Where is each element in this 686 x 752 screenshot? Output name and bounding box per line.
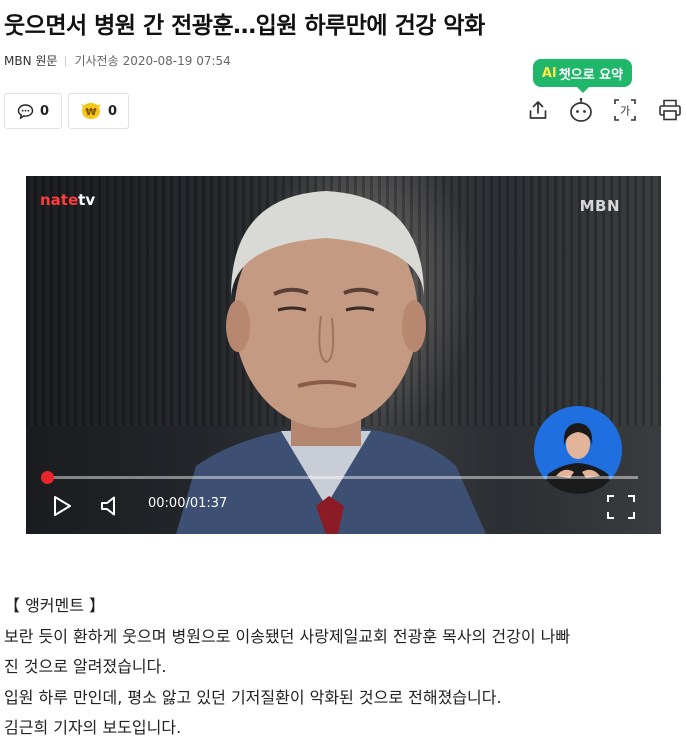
comment-button[interactable]: 0 (4, 93, 62, 129)
ai-summary-badge[interactable]: AI 챗으로 요약 (533, 59, 632, 93)
coin-count: 0 (107, 103, 118, 119)
volume-button[interactable] (96, 492, 124, 520)
nate-logo-text: nate (40, 191, 79, 209)
ai-chat-button[interactable] (567, 96, 595, 124)
body-line: 입원 하루 만인데, 평소 앓고 있던 기저질환이 악화된 것으로 전해졌습니다… (4, 687, 502, 707)
sign-language-interpreter (534, 406, 622, 494)
article-meta: MBN 원문 기사전송 2020-08-19 07:54 (4, 52, 231, 69)
play-icon (54, 496, 71, 516)
timestamp: 2020-08-19 07:54 (122, 53, 231, 68)
source-link[interactable]: MBN 원문 (4, 52, 57, 69)
print-icon (659, 99, 681, 121)
mbn-watermark: MBN (579, 197, 620, 215)
ai-label: AI (541, 65, 557, 81)
play-button[interactable] (48, 492, 76, 520)
article-title: 웃으면서 병원 간 전광훈…입원 하루만에 건강 악화 (4, 13, 485, 39)
meta-divider (65, 55, 67, 66)
timestamp-label: 기사전송 (74, 54, 119, 68)
comment-icon (17, 103, 34, 120)
share-icon (529, 101, 547, 119)
fullscreen-button[interactable] (606, 492, 636, 522)
progress-handle[interactable] (41, 471, 54, 484)
comment-count: 0 (39, 103, 50, 119)
ai-summary-label: 챗으로 요약 (558, 67, 624, 83)
print-button[interactable] (656, 96, 684, 124)
font-size-glyph: 가 (620, 105, 630, 118)
font-size-icon: 가 (614, 99, 636, 121)
font-size-button[interactable]: 가 (611, 96, 639, 124)
progress-bar[interactable] (41, 471, 638, 484)
robot-icon (570, 97, 592, 122)
volume-icon (101, 496, 115, 516)
share-button[interactable] (524, 96, 552, 124)
fullscreen-icon (607, 495, 635, 519)
coin-button[interactable]: ₩ 0 (68, 93, 129, 129)
nate-tv-logo: natetv (40, 191, 95, 209)
video-time: 00:00/01:37 (148, 496, 228, 511)
anchor-label: 【 앵커멘트 】 (4, 596, 106, 615)
body-line: 진 것으로 알려졌습니다. (4, 657, 167, 676)
article-body: 【 앵커멘트 】 보란 듯이 환하게 웃으며 병원으로 이송됐던 사랑제일교회 … (4, 591, 684, 744)
body-line: 보란 듯이 환하게 웃으며 병원으로 이송됐던 사랑제일교회 전광훈 목사의 건… (4, 626, 571, 646)
body-line: 김근희 기자의 보도입니다. (4, 718, 182, 737)
video-player[interactable]: natetv MBN 00:00/01:37 (26, 176, 661, 534)
tv-logo-text: tv (78, 191, 96, 209)
coin-glyph: ₩ (85, 107, 96, 118)
coin-icon: ₩ (80, 101, 102, 121)
